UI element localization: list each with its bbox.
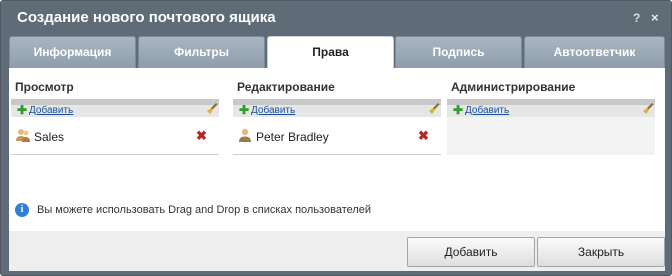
column-title: Редактирование: [237, 80, 335, 94]
list-item[interactable]: Peter Bradley ✖: [233, 117, 441, 155]
title-bar[interactable]: Создание нового почтового ящика ? ×: [1, 1, 671, 35]
broom-icon[interactable]: [206, 103, 218, 116]
info-text: Вы можете использовать Drag and Drop в с…: [37, 204, 372, 216]
add-link[interactable]: Добавить: [29, 105, 73, 116]
dialog-window: Создание нового почтового ящика ? × Инфо…: [0, 0, 672, 276]
tab-filters[interactable]: Фильтры: [138, 36, 265, 68]
close-button[interactable]: Закрыть: [537, 237, 665, 267]
list-item[interactable]: Sales ✖: [11, 117, 219, 155]
empty-list[interactable]: [447, 117, 655, 155]
dialog-title: Создание нового почтового ящика: [17, 9, 276, 26]
add-link[interactable]: Добавить: [251, 105, 295, 116]
broom-icon[interactable]: [642, 103, 654, 116]
tab-bar: Информация Фильтры Права Подпись Автоотв…: [9, 36, 665, 69]
tab-signature[interactable]: Подпись: [395, 36, 522, 68]
button-bar: Добавить Закрыть: [9, 231, 665, 271]
add-button[interactable]: Добавить: [407, 237, 535, 267]
tab-autoresponder[interactable]: Автоответчик: [524, 36, 665, 68]
close-icon[interactable]: ×: [651, 10, 659, 25]
column-title: Просмотр: [15, 80, 74, 94]
add-link[interactable]: Добавить: [465, 105, 509, 116]
entry-name: Peter Bradley: [256, 130, 329, 144]
entry-name: Sales: [34, 130, 65, 144]
info-row: i Вы можете использовать Drag and Drop в…: [9, 199, 649, 223]
delete-icon[interactable]: ✖: [196, 128, 207, 144]
tab-rights[interactable]: Права: [267, 36, 394, 69]
group-icon: [15, 127, 31, 143]
info-icon: i: [15, 203, 29, 217]
column-toolbar: ✚ Добавить: [233, 103, 441, 117]
plus-icon[interactable]: ✚: [453, 104, 463, 116]
help-icon[interactable]: ?: [633, 11, 640, 25]
column-toolbar: ✚ Добавить: [11, 103, 219, 117]
user-icon: [237, 127, 253, 143]
column-title: Администрирование: [451, 80, 576, 94]
delete-icon[interactable]: ✖: [418, 128, 429, 144]
tab-info[interactable]: Информация: [9, 36, 136, 68]
rights-panel: Просмотр ✚ Добавить Sales ✖ Редактирован…: [9, 68, 665, 231]
plus-icon[interactable]: ✚: [17, 104, 27, 116]
plus-icon[interactable]: ✚: [239, 104, 249, 116]
column-toolbar: ✚ Добавить: [447, 103, 655, 117]
broom-icon[interactable]: [428, 103, 440, 116]
